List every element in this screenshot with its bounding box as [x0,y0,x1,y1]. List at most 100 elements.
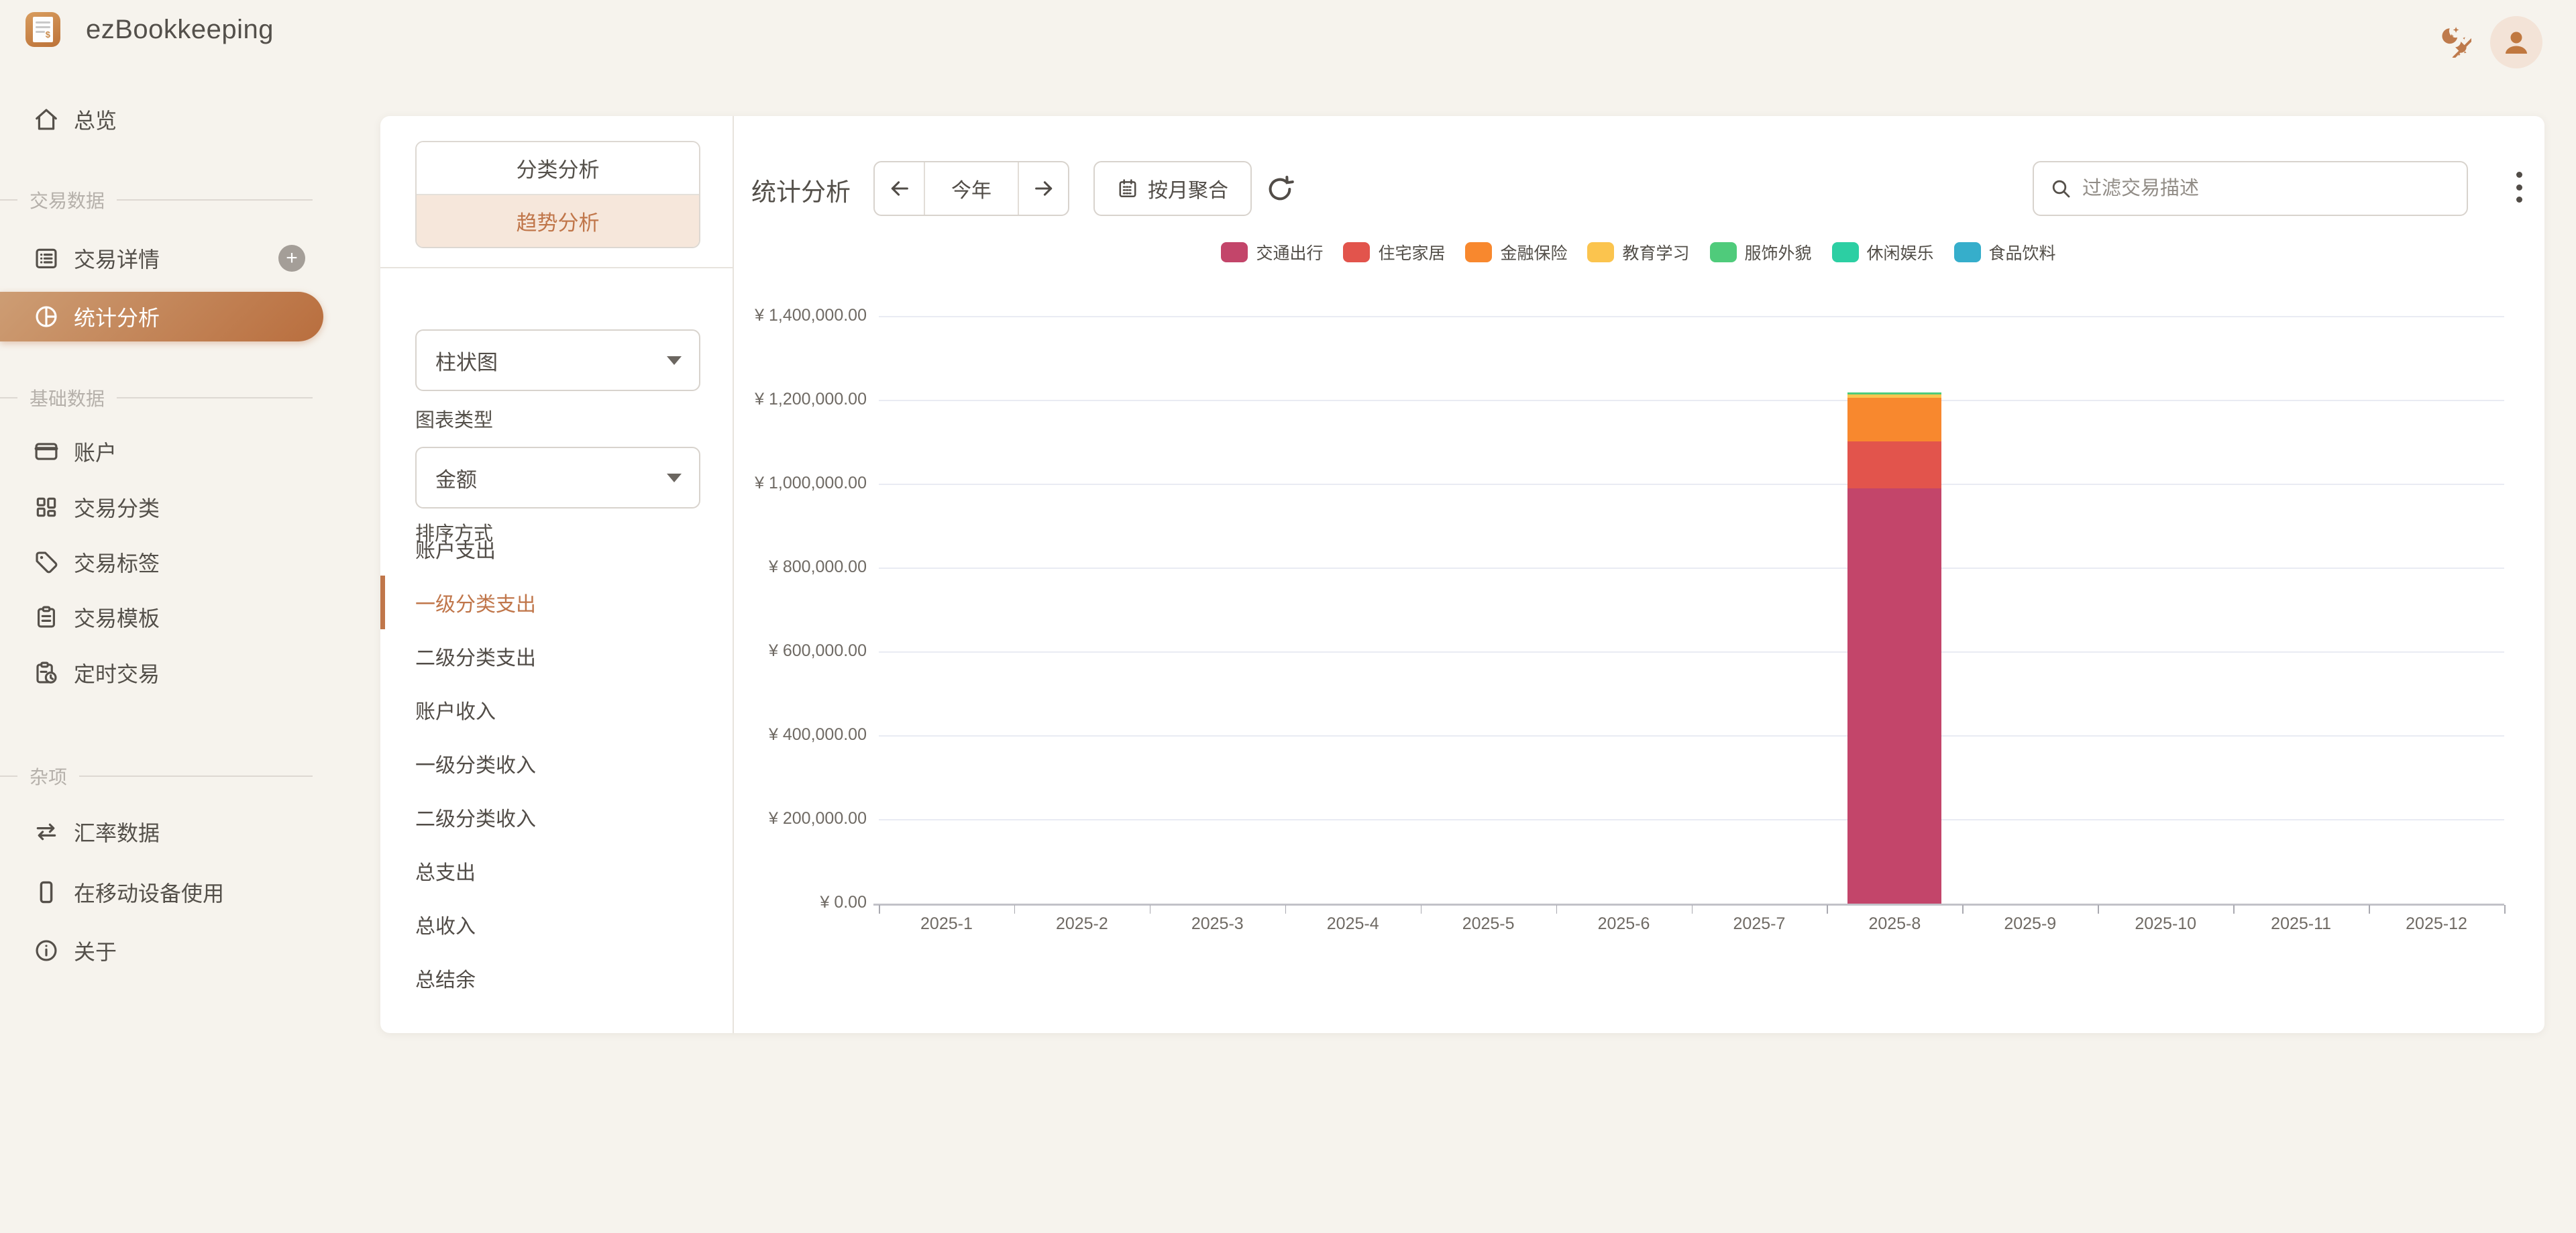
date-range-button[interactable]: 今年 [924,162,1018,215]
ezbookkeeping-app: $ ezBookkeeping 总览 交易数据 [0,0,2576,1233]
tag-icon [34,549,59,575]
chart-type-select[interactable]: 柱状图 [415,329,700,391]
credit-card-icon [34,439,59,464]
sidebar-item-categories[interactable]: 交易分类 [0,482,335,532]
legend-item[interactable]: 食品饮料 [1954,240,2056,264]
tab-trend-analysis[interactable]: 趋势分析 [417,195,699,247]
x-axis-tick [2233,905,2235,914]
page-title: 统计分析 [751,172,851,208]
calendar-icon [1117,178,1138,199]
metric-list-item[interactable]: 账户支出 [380,522,733,576]
refresh-button[interactable] [1265,174,1295,208]
sidebar-item-exchange-rates[interactable]: 汇率数据 [0,807,335,857]
next-range-button[interactable] [1018,162,1068,215]
sidebar-section-transactions: 交易数据 [0,186,313,213]
sidebar-item-label: 关于 [74,935,117,966]
chart-type-value: 柱状图 [435,345,667,376]
y-axis-tick-label: ¥ 1,200,000.00 [665,390,867,409]
search-input[interactable] [2081,177,2453,201]
more-options-button[interactable] [2506,172,2532,203]
metric-list-item[interactable]: 账户收入 [380,683,733,737]
metric-list-item[interactable]: 总支出 [380,844,733,898]
bar-segment-交通出行[interactable] [1847,488,1941,904]
x-axis-tick [2504,905,2506,914]
bar-segment-服饰外貌[interactable] [1847,392,1941,394]
legend-label: 交通出行 [1256,240,1323,264]
app-logo-icon: $ [25,12,60,47]
legend-swatch [1954,242,1981,262]
sidebar-item-label: 交易标签 [74,547,160,578]
sidebar-item-label: 统计分析 [74,301,160,332]
y-gridline [879,316,2504,317]
sidebar-section-misc: 杂项 [0,763,313,790]
y-gridline [879,819,2504,820]
y-gridline [879,568,2504,569]
y-gridline [879,651,2504,653]
categories-grid-icon [34,494,59,520]
legend-swatch [1832,242,1859,262]
metric-list-item[interactable]: 二级分类收入 [380,790,733,844]
legend-item[interactable]: 教育学习 [1587,240,1689,264]
sidebar-item-about[interactable]: 关于 [0,926,335,975]
bar-segment-金融保险[interactable] [1847,398,1941,441]
x-axis-tick [2098,905,2099,914]
metric-list-item[interactable]: 总结余 [380,951,733,1005]
analysis-tab-group: 分类分析 趋势分析 [415,141,700,248]
aggregate-by-month-label: 按月聚合 [1148,174,1228,203]
prev-range-button[interactable] [875,162,924,215]
metric-list-item[interactable]: 总收入 [380,898,733,951]
sidebar-item-statistics[interactable]: 统计分析 [0,292,323,341]
tab-category-analysis[interactable]: 分类分析 [417,142,699,194]
legend-item[interactable]: 住宅家居 [1343,240,1445,264]
legend-label: 服饰外貌 [1745,240,1812,264]
legend-label: 金融保险 [1500,240,1567,264]
sort-mode-select[interactable]: 金额 [415,447,700,508]
x-axis-tick [1556,905,1558,914]
x-axis-tick [1962,905,1964,914]
sidebar-item-label: 交易详情 [74,243,160,274]
metric-list-item[interactable]: 一级分类收入 [380,737,733,790]
metric-list-item[interactable]: 二级分类支出 [380,629,733,683]
x-axis-tick [1014,905,1016,914]
sidebar-item-templates[interactable]: 交易模板 [0,592,335,642]
sidebar-item-overview[interactable]: 总览 [0,95,335,144]
sidebar-item-tags[interactable]: 交易标签 [0,537,335,587]
legend-swatch [1710,242,1737,262]
x-axis-tick-label: 2025-6 [1564,914,1684,934]
chart-type-label: 图表类型 [415,405,493,433]
add-transaction-button[interactable]: + [278,245,305,272]
legend-swatch [1587,242,1614,262]
sidebar-item-label: 交易分类 [74,492,160,523]
sidebar-item-accounts[interactable]: 账户 [0,427,335,476]
legend-swatch [1465,242,1492,262]
bar-segment-住宅家居[interactable] [1847,441,1941,488]
y-gridline [879,735,2504,737]
statistics-card: 分类分析 趋势分析 图表类型 柱状图 排序方式 金额 账户支出一级分类支出二级分… [380,116,2544,1033]
home-icon [34,107,59,132]
sidebar-item-mobile[interactable]: 在移动设备使用 [0,867,335,917]
sidebar-item-label: 总览 [74,104,117,135]
transaction-list-icon [34,246,59,271]
sidebar-section-basic: 基础数据 [0,384,313,411]
legend-item[interactable]: 金融保险 [1465,240,1567,264]
legend-swatch [1343,242,1370,262]
x-axis-tick-label: 2025-5 [1428,914,1549,934]
x-axis-tick [2369,905,2370,914]
x-axis-tick-label: 2025-1 [886,914,1007,934]
theme-toggle-icon[interactable] [2438,24,2471,58]
aggregate-by-month-button[interactable]: 按月聚合 [1093,161,1252,216]
legend-item[interactable]: 休闲娱乐 [1832,240,1934,264]
sidebar-item-scheduled[interactable]: 定时交易 [0,648,335,698]
metric-list-item[interactable]: 一级分类支出 [380,576,733,629]
user-avatar[interactable] [2490,16,2542,68]
swap-arrows-icon [34,819,59,845]
x-axis-tick [879,905,880,914]
legend-item[interactable]: 交通出行 [1221,240,1323,264]
sidebar-item-transaction-list[interactable]: 交易详情 + [0,233,335,283]
bar-segment-教育学习[interactable] [1847,394,1941,398]
chevron-down-icon [667,474,682,482]
x-axis-tick-label: 2025-10 [2105,914,2226,934]
search-box [2033,161,2468,216]
legend-item[interactable]: 服饰外貌 [1710,240,1812,264]
x-axis-tick [1285,905,1287,914]
